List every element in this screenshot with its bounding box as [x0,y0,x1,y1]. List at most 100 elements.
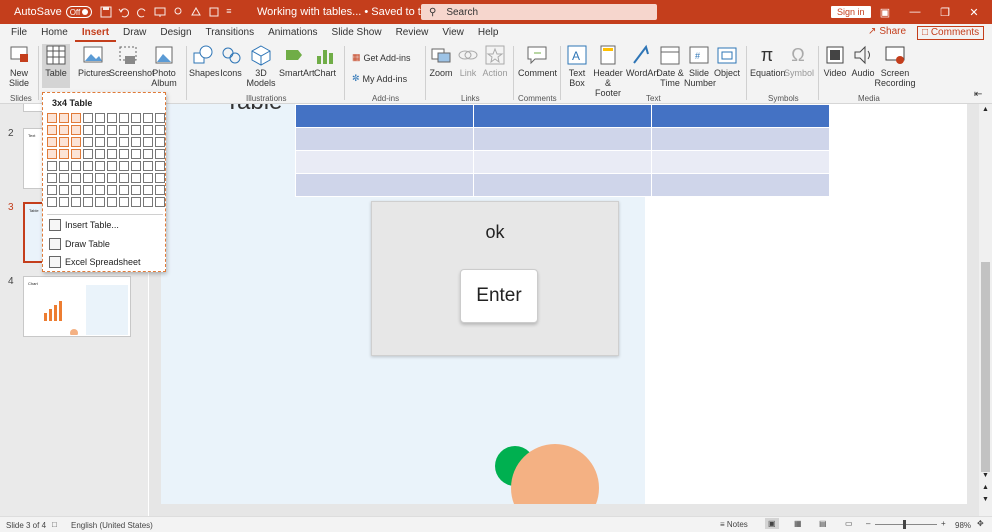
tab-draw[interactable]: Draw [116,24,153,42]
prev-slide-icon[interactable]: ▲ [982,484,989,491]
minimize-icon[interactable]: — [907,4,923,20]
table-button[interactable]: Table [42,44,70,88]
table-grid-cell[interactable] [119,197,129,207]
accessibility-icon[interactable]: □ [52,520,57,529]
table-cell[interactable] [295,150,474,174]
normal-view-icon[interactable]: ▣ [765,518,779,529]
tab-help[interactable]: Help [471,24,506,42]
comments-button[interactable]: □ Comments [917,26,985,40]
tab-review[interactable]: Review [389,24,436,42]
table-grid-cell[interactable] [143,149,153,159]
table-grid-cell[interactable] [71,125,81,135]
restore-icon[interactable]: ❐ [937,4,953,20]
tab-view[interactable]: View [435,24,471,42]
tab-transitions[interactable]: Transitions [199,24,262,42]
table-grid-cell[interactable] [83,149,93,159]
table-grid-cell[interactable] [131,197,141,207]
table-grid-cell[interactable] [131,161,141,171]
table-grid-cell[interactable] [107,161,117,171]
table-grid-cell[interactable] [59,137,69,147]
photo-album-button[interactable]: Photo Album [149,44,179,88]
table-grid-cell[interactable] [119,113,129,123]
slide-table[interactable] [295,104,830,197]
save-icon[interactable] [100,6,112,18]
table-grid-cell[interactable] [107,173,117,183]
header-footer-button[interactable]: Header & Footer [592,44,624,98]
tab-file[interactable]: File [4,24,34,42]
table-grid-cell[interactable] [155,125,165,135]
3d-models-button[interactable]: 3D Models [245,44,277,88]
redo-icon[interactable] [136,6,148,18]
shape-icon[interactable] [208,6,220,18]
scrollbar-thumb[interactable] [981,262,990,472]
table-grid-cell[interactable] [155,113,165,123]
table-cell[interactable] [295,173,474,197]
table-grid-cell[interactable] [107,137,117,147]
table-grid-cell[interactable] [131,113,141,123]
language-label[interactable]: English (United States) [71,521,153,530]
table-grid-cell[interactable] [107,125,117,135]
table-grid-cell[interactable] [95,197,105,207]
scroll-up-icon[interactable]: ▲ [982,106,989,113]
slide-thumbnail-4[interactable]: Chart [23,276,131,337]
zoom-button[interactable]: Zoom [428,44,454,78]
table-size-grid[interactable] [47,113,166,208]
format-painter-icon[interactable] [190,6,202,18]
ribbon-display-icon[interactable]: ▣ [877,4,893,20]
table-grid-cell[interactable] [95,125,105,135]
customize-qat-icon[interactable]: ≡ [226,6,238,18]
my-addins-button[interactable]: ✼ My Add-ins [352,73,407,84]
scroll-down-icon[interactable]: ▼ [982,472,989,479]
tab-animations[interactable]: Animations [261,24,324,42]
slide-sorter-icon[interactable]: ▦ [794,519,802,528]
table-cell[interactable] [295,127,474,151]
notes-button[interactable]: ≡ Notes [720,520,748,529]
close-icon[interactable]: ✕ [966,4,982,20]
table-grid-cell[interactable] [107,185,117,195]
table-grid-cell[interactable] [119,125,129,135]
sign-in-button[interactable]: Sign in [831,6,871,18]
table-grid-cell[interactable] [131,137,141,147]
table-grid-cell[interactable] [131,185,141,195]
table-grid-cell[interactable] [71,185,81,195]
video-button[interactable]: Video [822,44,848,78]
table-grid-cell[interactable] [83,173,93,183]
chart-button[interactable]: Chart [313,44,337,78]
tab-home[interactable]: Home [34,24,75,42]
collapse-ribbon-icon[interactable]: ⇤ [974,90,982,100]
table-grid-cell[interactable] [143,125,153,135]
table-grid-cell[interactable] [119,149,129,159]
table-grid-cell[interactable] [131,173,141,183]
touch-mode-icon[interactable] [172,6,184,18]
table-grid-cell[interactable] [59,149,69,159]
table-grid-cell[interactable] [59,185,69,195]
zoom-slider-thumb[interactable] [903,520,906,529]
table-grid-cell[interactable] [143,161,153,171]
table-grid-cell[interactable] [71,161,81,171]
table-grid-cell[interactable] [155,173,165,183]
table-grid-cell[interactable] [71,197,81,207]
table-grid-cell[interactable] [131,125,141,135]
table-grid-cell[interactable] [59,173,69,183]
smartart-button[interactable]: SmartArt [279,44,315,78]
pictures-button[interactable]: Pictures [78,44,111,78]
equation-button[interactable]: π Equation [750,44,786,78]
shapes-button[interactable]: Shapes [189,44,220,78]
table-cell[interactable] [473,150,652,174]
present-icon[interactable] [154,6,166,18]
share-button[interactable]: ↗ Share [868,26,906,37]
table-grid-cell[interactable] [119,161,129,171]
table-grid-cell[interactable] [143,113,153,123]
table-grid-cell[interactable] [155,161,165,171]
table-grid-cell[interactable] [95,113,105,123]
table-grid-cell[interactable] [95,137,105,147]
table-grid-cell[interactable] [47,197,57,207]
table-grid-cell[interactable] [155,149,165,159]
link-button[interactable]: Link [456,44,480,78]
table-grid-cell[interactable] [143,137,153,147]
undo-icon[interactable] [118,6,130,18]
insert-table-item[interactable]: Insert Table... [49,217,163,233]
table-grid-cell[interactable] [59,161,69,171]
table-grid-cell[interactable] [83,161,93,171]
table-grid-cell[interactable] [59,113,69,123]
